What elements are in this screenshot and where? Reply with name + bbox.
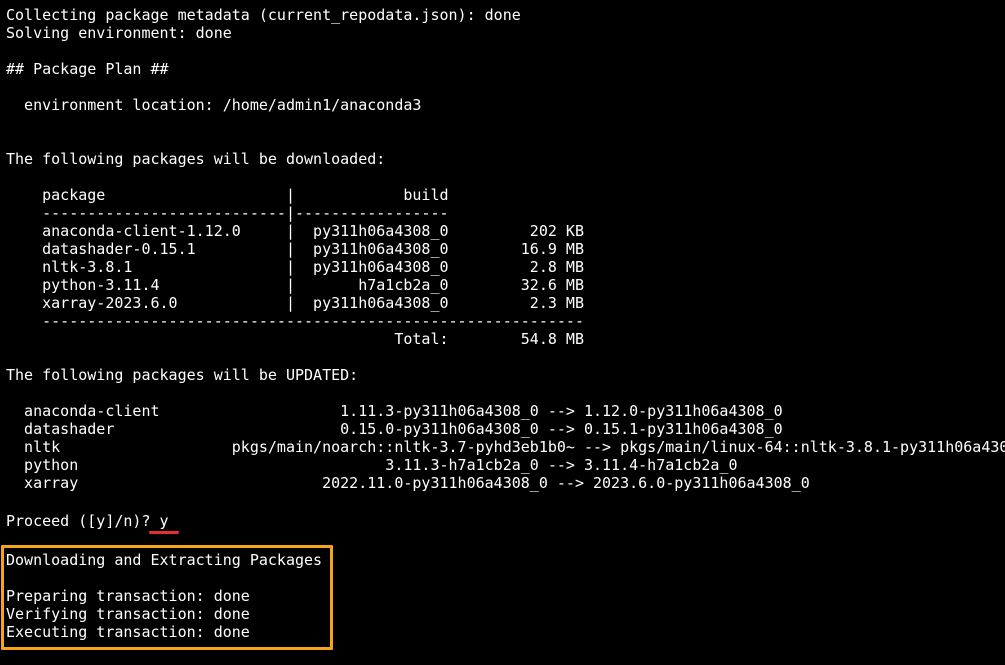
terminal-line-solving: Solving environment: done xyxy=(6,24,232,42)
update-list-item: datashader 0.15.0-py311h06a4308_0 --> 0.… xyxy=(6,420,783,438)
terminal-window[interactable]: Collecting package metadata (current_rep… xyxy=(0,0,1005,665)
answer-underline-mark xyxy=(149,531,179,534)
update-list-item: xarray 2022.11.0-py311h06a4308_0 --> 202… xyxy=(6,474,810,492)
terminal-proceed-prompt[interactable]: Proceed ([y]/n)? y xyxy=(6,512,169,530)
update-list-item: nltk pkgs/main/noarch::nltk-3.7-pyhd3eb1… xyxy=(6,438,1005,456)
terminal-line-updated-heading: The following packages will be UPDATED: xyxy=(6,366,359,384)
terminal-line-downloaded-heading: The following packages will be downloade… xyxy=(6,150,386,168)
terminal-line-package-plan: ## Package Plan ## xyxy=(6,60,169,78)
update-list-item: anaconda-client 1.11.3-py311h06a4308_0 -… xyxy=(6,402,783,420)
terminal-line-downloading: Downloading and Extracting Packages xyxy=(6,551,323,569)
download-table-row: xarray-2023.6.0 | py311h06a4308_0 2.3 MB xyxy=(6,294,584,312)
terminal-line-collecting: Collecting package metadata (current_rep… xyxy=(6,6,521,24)
download-table-row: anaconda-client-1.12.0 | py311h06a4308_0… xyxy=(6,222,584,240)
update-list-item: python 3.11.3-h7a1cb2a_0 --> 3.11.4-h7a1… xyxy=(6,456,738,474)
terminal-line-verifying: Verifying transaction: done xyxy=(6,605,250,623)
download-table-header: package | build xyxy=(6,186,449,204)
download-table-separator: ---------------------------|------------… xyxy=(6,204,449,222)
terminal-line-preparing: Preparing transaction: done xyxy=(6,587,250,605)
download-table-row: nltk-3.8.1 | py311h06a4308_0 2.8 MB xyxy=(6,258,584,276)
terminal-line-executing: Executing transaction: done xyxy=(6,623,250,641)
download-table-row: python-3.11.4 | h7a1cb2a_0 32.6 MB xyxy=(6,276,584,294)
download-table-total: Total: 54.8 MB xyxy=(6,330,584,348)
terminal-line-env-location: environment location: /home/admin1/anaco… xyxy=(6,96,422,114)
download-table-row: datashader-0.15.1 | py311h06a4308_0 16.9… xyxy=(6,240,584,258)
download-table-footer-separator: ----------------------------------------… xyxy=(6,312,584,330)
